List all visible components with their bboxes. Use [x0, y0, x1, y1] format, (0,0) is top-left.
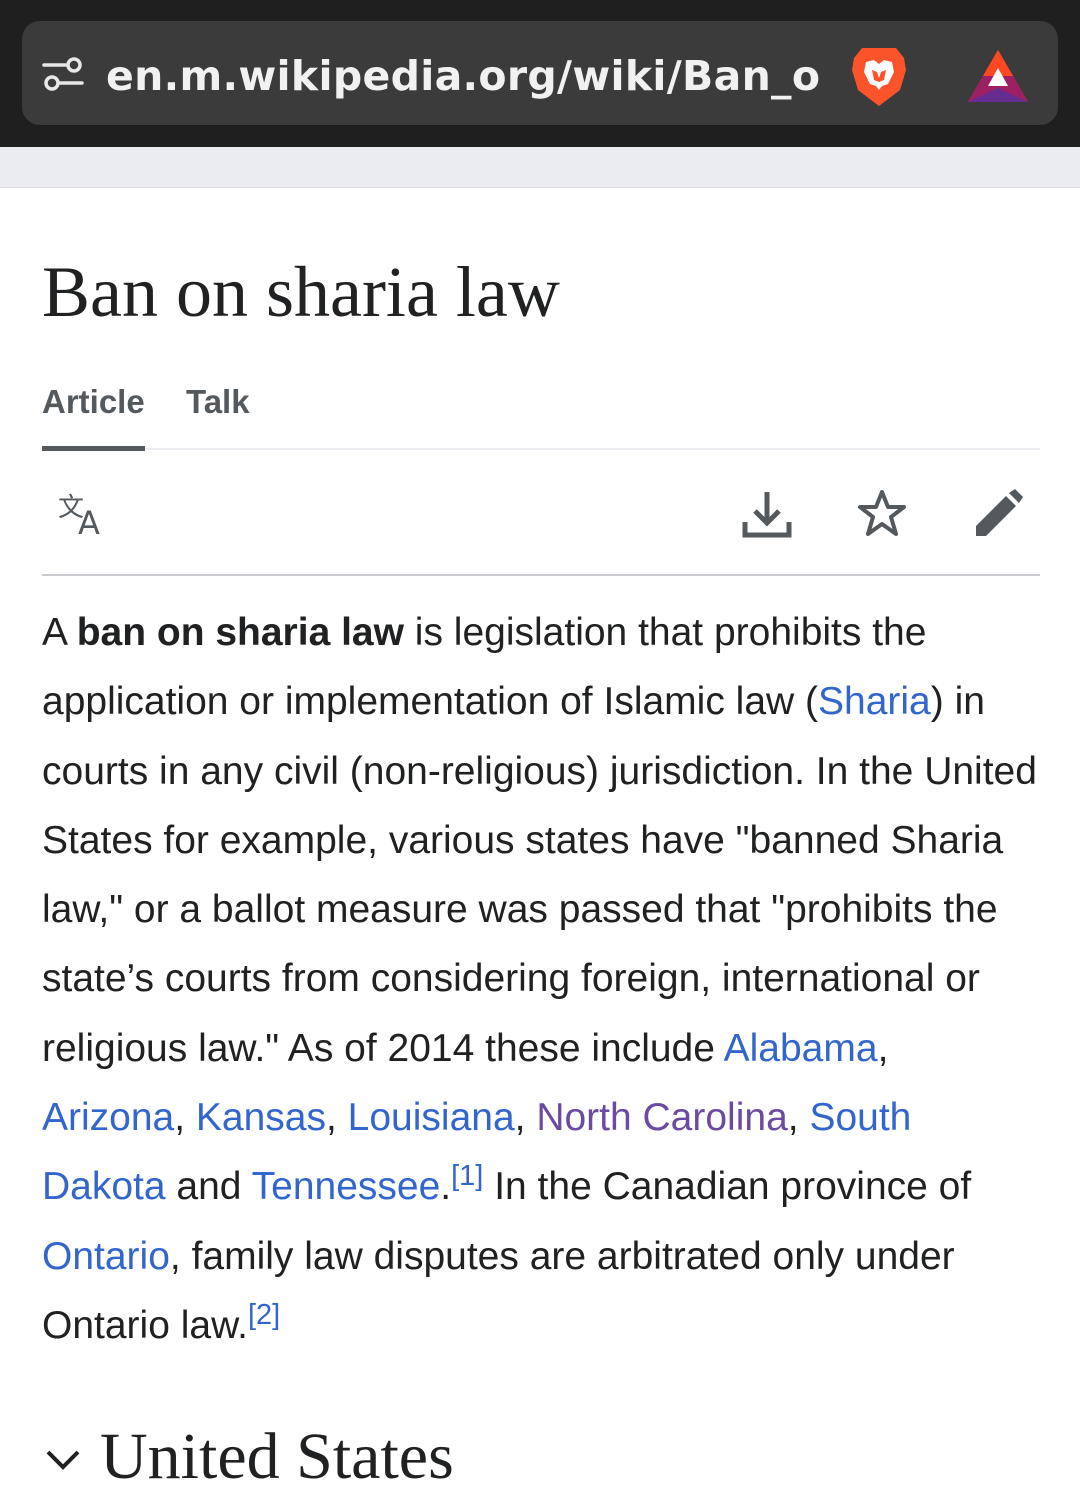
translate-icon[interactable]: 文 A	[56, 490, 112, 538]
text-run: ,	[877, 1026, 889, 1070]
article-tabs: Article Talk	[42, 370, 1040, 451]
reference-link-1[interactable]: [1]	[451, 1160, 483, 1192]
link-ontario[interactable]: Ontario	[42, 1235, 170, 1278]
text-run: and	[165, 1165, 252, 1209]
bold-term: ban on sharia law	[76, 611, 404, 654]
text-run: ) in courts in any civil (non-religious)…	[42, 680, 1037, 1070]
brave-lion-icon[interactable]	[848, 44, 910, 108]
browser-toolbar: en.m.wikipedia.org/wiki/Ban_on_shar	[0, 0, 1080, 147]
svg-text:A: A	[78, 504, 100, 538]
intro-paragraph: A ban on sharia law is legislation that …	[42, 598, 1040, 1360]
text-run: ,	[514, 1096, 537, 1140]
text-run: .	[440, 1165, 452, 1209]
link-north-carolina[interactable]: North Carolina	[536, 1096, 787, 1139]
section-united-states[interactable]: United States	[42, 1414, 1040, 1504]
chevron-down-icon	[46, 1450, 80, 1470]
reference-1: [1]	[451, 1160, 483, 1192]
page-header-strip	[0, 147, 1080, 188]
link-sharia[interactable]: Sharia	[818, 680, 931, 723]
article-content: A ban on sharia law is legislation that …	[42, 598, 1040, 1360]
text-run: A	[42, 611, 77, 654]
text-run: In the Canadian province of	[483, 1165, 972, 1209]
text-run: ,	[787, 1096, 810, 1140]
star-icon[interactable]	[856, 488, 908, 540]
text-run: ,	[326, 1096, 348, 1140]
link-kansas[interactable]: Kansas	[196, 1096, 326, 1139]
link-arizona[interactable]: Arizona	[42, 1096, 174, 1139]
tab-article[interactable]: Article	[42, 382, 145, 451]
link-louisiana[interactable]: Louisiana	[348, 1096, 515, 1139]
reference-link-2[interactable]: [2]	[248, 1299, 280, 1331]
page-title: Ban on sharia law	[42, 252, 560, 332]
edit-icon[interactable]	[972, 488, 1024, 540]
url-text[interactable]: en.m.wikipedia.org/wiki/Ban_on_shar	[106, 46, 822, 106]
text-run: ,	[174, 1096, 196, 1140]
tune-icon[interactable]	[42, 56, 84, 92]
tab-talk[interactable]: Talk	[186, 382, 250, 422]
page-actions-toolbar: 文 A	[42, 450, 1040, 576]
link-tennessee[interactable]: Tennessee	[252, 1165, 441, 1208]
bat-rewards-icon[interactable]	[966, 48, 1030, 104]
link-alabama[interactable]: Alabama	[724, 1027, 878, 1070]
section-heading: United States	[100, 1420, 454, 1493]
text-run: , family law disputes are arbitrated onl…	[42, 1234, 955, 1347]
download-icon[interactable]	[742, 488, 792, 540]
reference-2: [2]	[248, 1299, 280, 1331]
